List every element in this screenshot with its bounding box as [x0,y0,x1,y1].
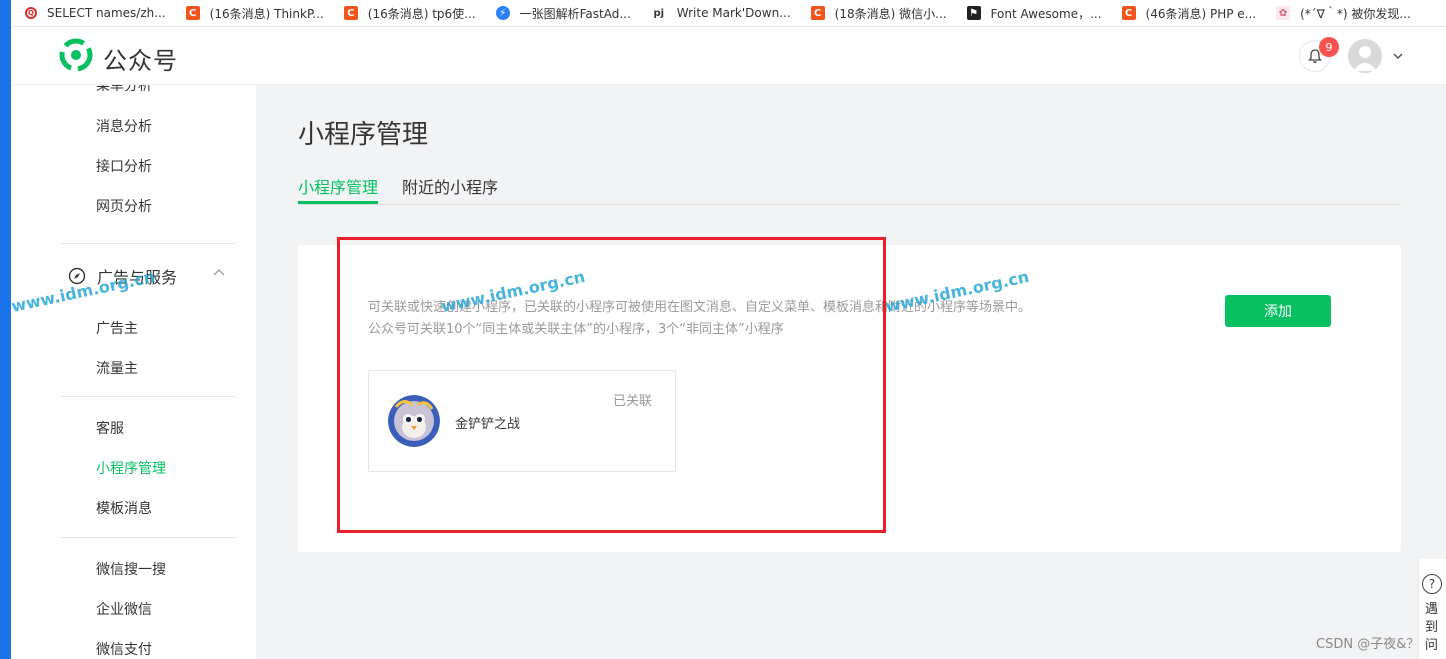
sidebar-item-traffic-master[interactable]: 流量主 [96,358,138,378]
user-avatar-icon [1353,46,1377,71]
sidebar-item-wecom[interactable]: 企业微信 [96,599,152,619]
fastadmin-icon: ⚡ [495,6,510,20]
chevron-down-icon[interactable] [1391,49,1405,63]
help-widget[interactable]: ? 遇到问 [1418,559,1446,659]
csdn-icon: C [185,6,200,20]
help-icon: ? [1422,574,1442,594]
sidebar-item-template-message[interactable]: 模板消息 [96,498,152,518]
bookmark-item[interactable]: C (18条消息) 微信小... [810,5,947,22]
bookmarks-bar: Q SELECT names/zh... C (16条消息) ThinkP... C… [11,0,1446,27]
help-text: 遇到问 [1425,602,1439,653]
tab-miniprogram-management[interactable]: 小程序管理 [298,174,378,198]
tab-bar: 小程序管理 附近的小程序 [298,163,1401,205]
sidebar-divider [60,537,237,538]
bookmark-label: 一张图解析FastAd... [519,6,631,21]
csdn-icon: C [1121,6,1136,20]
chevron-up-icon [213,269,225,276]
pj-icon: pj [650,6,667,20]
highlight-box [337,237,886,533]
page-title: 小程序管理 [298,120,429,150]
sidebar-divider [60,396,237,397]
browser-edge [0,0,11,659]
csdn-watermark: CSDN @子夜&？ [1316,637,1420,652]
sidebar-item-advertiser[interactable]: 广告主 [96,318,138,338]
bookmark-label: SELECT names/zh... [47,6,166,20]
active-tab-indicator [298,201,378,204]
avatar[interactable] [1348,39,1382,73]
bookmark-label: Font Awesome，... [990,6,1102,21]
fontawesome-icon: ⚑ [966,6,981,20]
bookmark-label: (16条消息) ThinkP... [209,6,324,21]
bookmark-item[interactable]: C (16条消息) tp6使... [343,5,476,22]
top-header: 公众号 9 [11,27,1446,85]
sidebar-item-customer-service[interactable]: 客服 [96,418,124,438]
logo-text: 公众号 [103,47,178,75]
csdn-icon: C [810,6,825,20]
sidebar-item-web-analysis[interactable]: 网页分析 [96,196,152,216]
qm-icon: Q [25,7,37,19]
main-content: 小程序管理 小程序管理 附近的小程序 可关联或快速创建小程序，已关联的小程序可被… [256,85,1446,659]
bookmark-item[interactable]: ⚡ 一张图解析FastAd... [495,5,631,22]
sidebar-item-api-analysis[interactable]: 接口分析 [96,156,152,176]
bookmark-item[interactable]: C (46条消息) PHP e... [1121,5,1257,22]
bookmark-label: (16条消息) tp6使... [367,6,476,21]
bookmark-item[interactable]: C (16条消息) ThinkP... [185,5,324,22]
sidebar-item-miniprogram-management[interactable]: 小程序管理 [96,458,166,478]
bookmark-label: (46条消息) PHP e... [1145,6,1257,21]
wechat-official-logo-icon[interactable] [59,38,93,72]
sidebar-item-wechat-search[interactable]: 微信搜一搜 [96,559,166,579]
bookmark-label: Write Mark'Down... [676,6,791,20]
bookmark-item[interactable]: ✿ (*´∇｀*) 被你发现... [1276,5,1411,22]
add-button[interactable]: 添加 [1225,295,1331,327]
sidebar: 菜单分析 消息分析 接口分析 网页分析 广告与服务 广告主 流量主 客服 小程序… [11,85,256,659]
sidebar-item-message-analysis[interactable]: 消息分析 [96,116,152,136]
tab-nearby-miniprogram[interactable]: 附近的小程序 [402,174,498,198]
sidebar-divider [60,243,237,244]
bookmark-label: (18条消息) 微信小... [834,6,947,21]
bookmark-item[interactable]: ⚑ Font Awesome，... [966,5,1102,22]
rabbit-icon: ✿ [1276,6,1291,20]
csdn-icon: C [343,6,358,20]
notification-badge: 9 [1319,37,1339,57]
sidebar-item-wechat-pay[interactable]: 微信支付 [96,639,152,659]
bookmark-item[interactable]: pj Write Mark'Down... [650,6,791,20]
bookmark-item[interactable]: Q SELECT names/zh... [25,6,166,20]
sidebar-item-menu-analysis[interactable]: 菜单分析 [96,85,152,95]
bookmark-label: (*´∇｀*) 被你发现... [1300,6,1411,21]
